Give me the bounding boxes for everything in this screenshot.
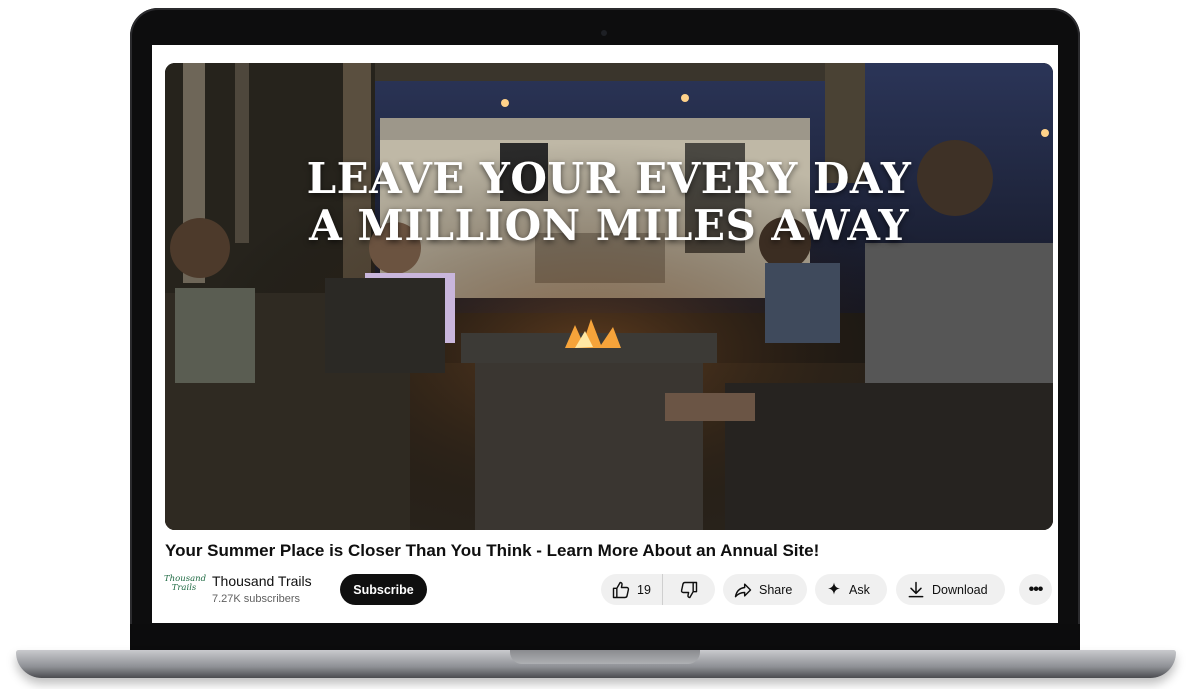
download-icon (908, 581, 924, 597)
share-label: Share (759, 582, 793, 597)
laptop-bezel-bottom (130, 624, 1080, 650)
webcam (601, 30, 607, 36)
share-button[interactable]: Share (723, 574, 807, 605)
download-label: Download (932, 582, 988, 597)
laptop-opening-notch (510, 650, 700, 664)
video-player[interactable]: LEAVE YOUR EVERY DAY A MILLION MILES AWA… (165, 63, 1053, 530)
like-button[interactable]: 19 (601, 574, 664, 605)
dislike-button[interactable] (663, 574, 715, 605)
channel-name[interactable]: Thousand Trails (212, 573, 312, 589)
channel-avatar[interactable]: Thousand Trails (164, 575, 206, 601)
ask-label: Ask (849, 582, 870, 597)
sparkle-icon (828, 582, 840, 594)
download-button[interactable]: Download (896, 574, 1005, 605)
share-arrow-icon (734, 582, 752, 597)
like-count: 19 (637, 582, 651, 597)
video-headline-overlay: LEAVE YOUR EVERY DAY A MILLION MILES AWA… (165, 155, 1053, 249)
campfire-scene-image (165, 63, 1053, 530)
more-horizontal-icon: ••• (1028, 580, 1044, 598)
thumbs-up-icon (612, 581, 630, 598)
subscriber-count: 7.27K subscribers (212, 593, 301, 605)
like-dislike-group: 19 (601, 574, 715, 605)
channel-logo-line-2: Trails (171, 583, 197, 593)
thumbs-down-icon (680, 581, 698, 598)
more-actions-button[interactable]: ••• (1019, 574, 1052, 605)
subscribe-button[interactable]: Subscribe (340, 574, 427, 605)
video-title: Your Summer Place is Closer Than You Thi… (165, 541, 820, 560)
headline-line-2: A MILLION MILES AWAY (309, 201, 909, 250)
headline-line-1: LEAVE YOUR EVERY DAY (306, 154, 912, 203)
laptop-screen: LEAVE YOUR EVERY DAY A MILLION MILES AWA… (152, 45, 1058, 623)
ask-button[interactable]: Ask (815, 574, 887, 605)
